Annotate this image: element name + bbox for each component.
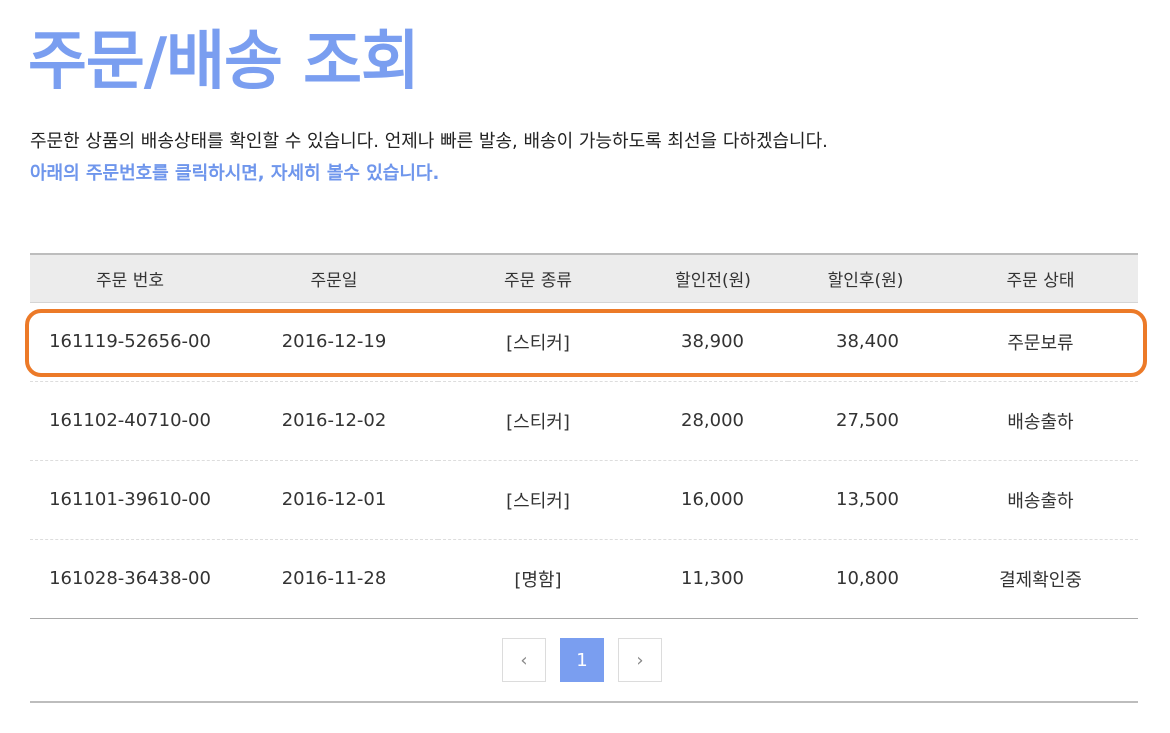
order-type-cell: [스티커] [438, 380, 638, 460]
price-after-cell: 10,800 [788, 538, 943, 619]
order-number-link[interactable]: 161102-40710-00 [49, 410, 211, 431]
orders-table-body: 161119-52656-00 2016-12-19 [스티커] 38,900 … [30, 302, 1138, 619]
header-status: 주문 상태 [1006, 270, 1075, 291]
price-before-cell: 11,300 [638, 538, 788, 619]
table-row[interactable]: 161119-52656-00 2016-12-19 [스티커] 38,900 … [30, 302, 1138, 381]
pagination: ‹ 1 › [502, 638, 662, 682]
order-number-link[interactable]: 161101-39610-00 [49, 489, 211, 510]
order-date-cell: 2016-12-02 [230, 380, 438, 460]
table-row[interactable]: 161101-39610-00 2016-12-01 [스티커] 16,000 … [30, 459, 1138, 539]
orders-table: 주문 번호 주문일 주문 종류 할인전(원) 할인후(원) 주문 상태 1611… [30, 253, 1138, 619]
price-after-cell: 13,500 [788, 459, 943, 539]
header-order-date: 주문일 [310, 270, 358, 291]
chevron-left-icon: ‹ [520, 649, 528, 671]
page-title: 주문/배송 조회 [28, 25, 420, 99]
header-price-before: 할인전(원) [675, 270, 751, 291]
order-status-cell: 결제확인중 [943, 538, 1138, 619]
price-before-cell: 28,000 [638, 380, 788, 460]
table-row[interactable]: 161102-40710-00 2016-12-02 [스티커] 28,000 … [30, 380, 1138, 460]
bottom-divider [30, 701, 1138, 703]
order-number-cell[interactable]: 161119-52656-00 [30, 302, 230, 381]
header-price-after: 할인후(원) [827, 270, 904, 291]
order-type-cell: [명함] [438, 538, 638, 619]
order-date-cell: 2016-11-28 [230, 538, 438, 619]
price-after-cell: 38,400 [836, 331, 899, 352]
order-status-cell: 배송출하 [943, 380, 1138, 460]
order-status-cell: 배송출하 [943, 459, 1138, 539]
header-row: 주문 번호 주문일 주문 종류 할인전(원) 할인후(원) 주문 상태 [30, 254, 1138, 302]
order-date-cell: 2016-12-19 [281, 331, 387, 352]
page-number-button[interactable]: 1 [560, 638, 604, 682]
order-number-link[interactable]: 161028-36438-00 [49, 568, 211, 589]
order-number-cell[interactable]: 161101-39610-00 [30, 459, 230, 539]
orders-table-header: 주문 번호 주문일 주문 종류 할인전(원) 할인후(원) 주문 상태 [30, 254, 1138, 302]
order-number-cell[interactable]: 161028-36438-00 [30, 538, 230, 619]
price-after-cell: 27,500 [788, 380, 943, 460]
header-order-no: 주문 번호 [96, 270, 164, 291]
order-date-cell: 2016-12-01 [230, 459, 438, 539]
order-type-cell: [스티커] [438, 459, 638, 539]
table-row[interactable]: 161028-36438-00 2016-11-28 [명함] 11,300 1… [30, 538, 1138, 619]
orders-table-container: 주문 번호 주문일 주문 종류 할인전(원) 할인후(원) 주문 상태 1611… [30, 253, 1138, 619]
order-status-cell: 주문보류 [1007, 332, 1074, 354]
order-number-link[interactable]: 161119-52656-00 [49, 331, 211, 352]
prev-page-button[interactable]: ‹ [502, 638, 546, 682]
price-before-cell: 38,900 [681, 331, 744, 352]
price-before-cell: 16,000 [638, 459, 788, 539]
next-page-button[interactable]: › [618, 638, 662, 682]
order-number-cell[interactable]: 161102-40710-00 [30, 380, 230, 460]
page-description: 주문한 상품의 배송상태를 확인할 수 있습니다. 언제나 빠른 발송, 배송이… [30, 131, 828, 152]
order-type-cell: [스티커] [506, 332, 570, 354]
header-order-type: 주문 종류 [504, 270, 572, 291]
chevron-right-icon: › [636, 649, 644, 671]
order-shipping-page: 주문/배송 조회 주문한 상품의 배송상태를 확인할 수 있습니다. 언제나 빠… [0, 0, 1170, 733]
page-notice: 아래의 주문번호를 클릭하시면, 자세히 볼수 있습니다. [30, 163, 440, 184]
